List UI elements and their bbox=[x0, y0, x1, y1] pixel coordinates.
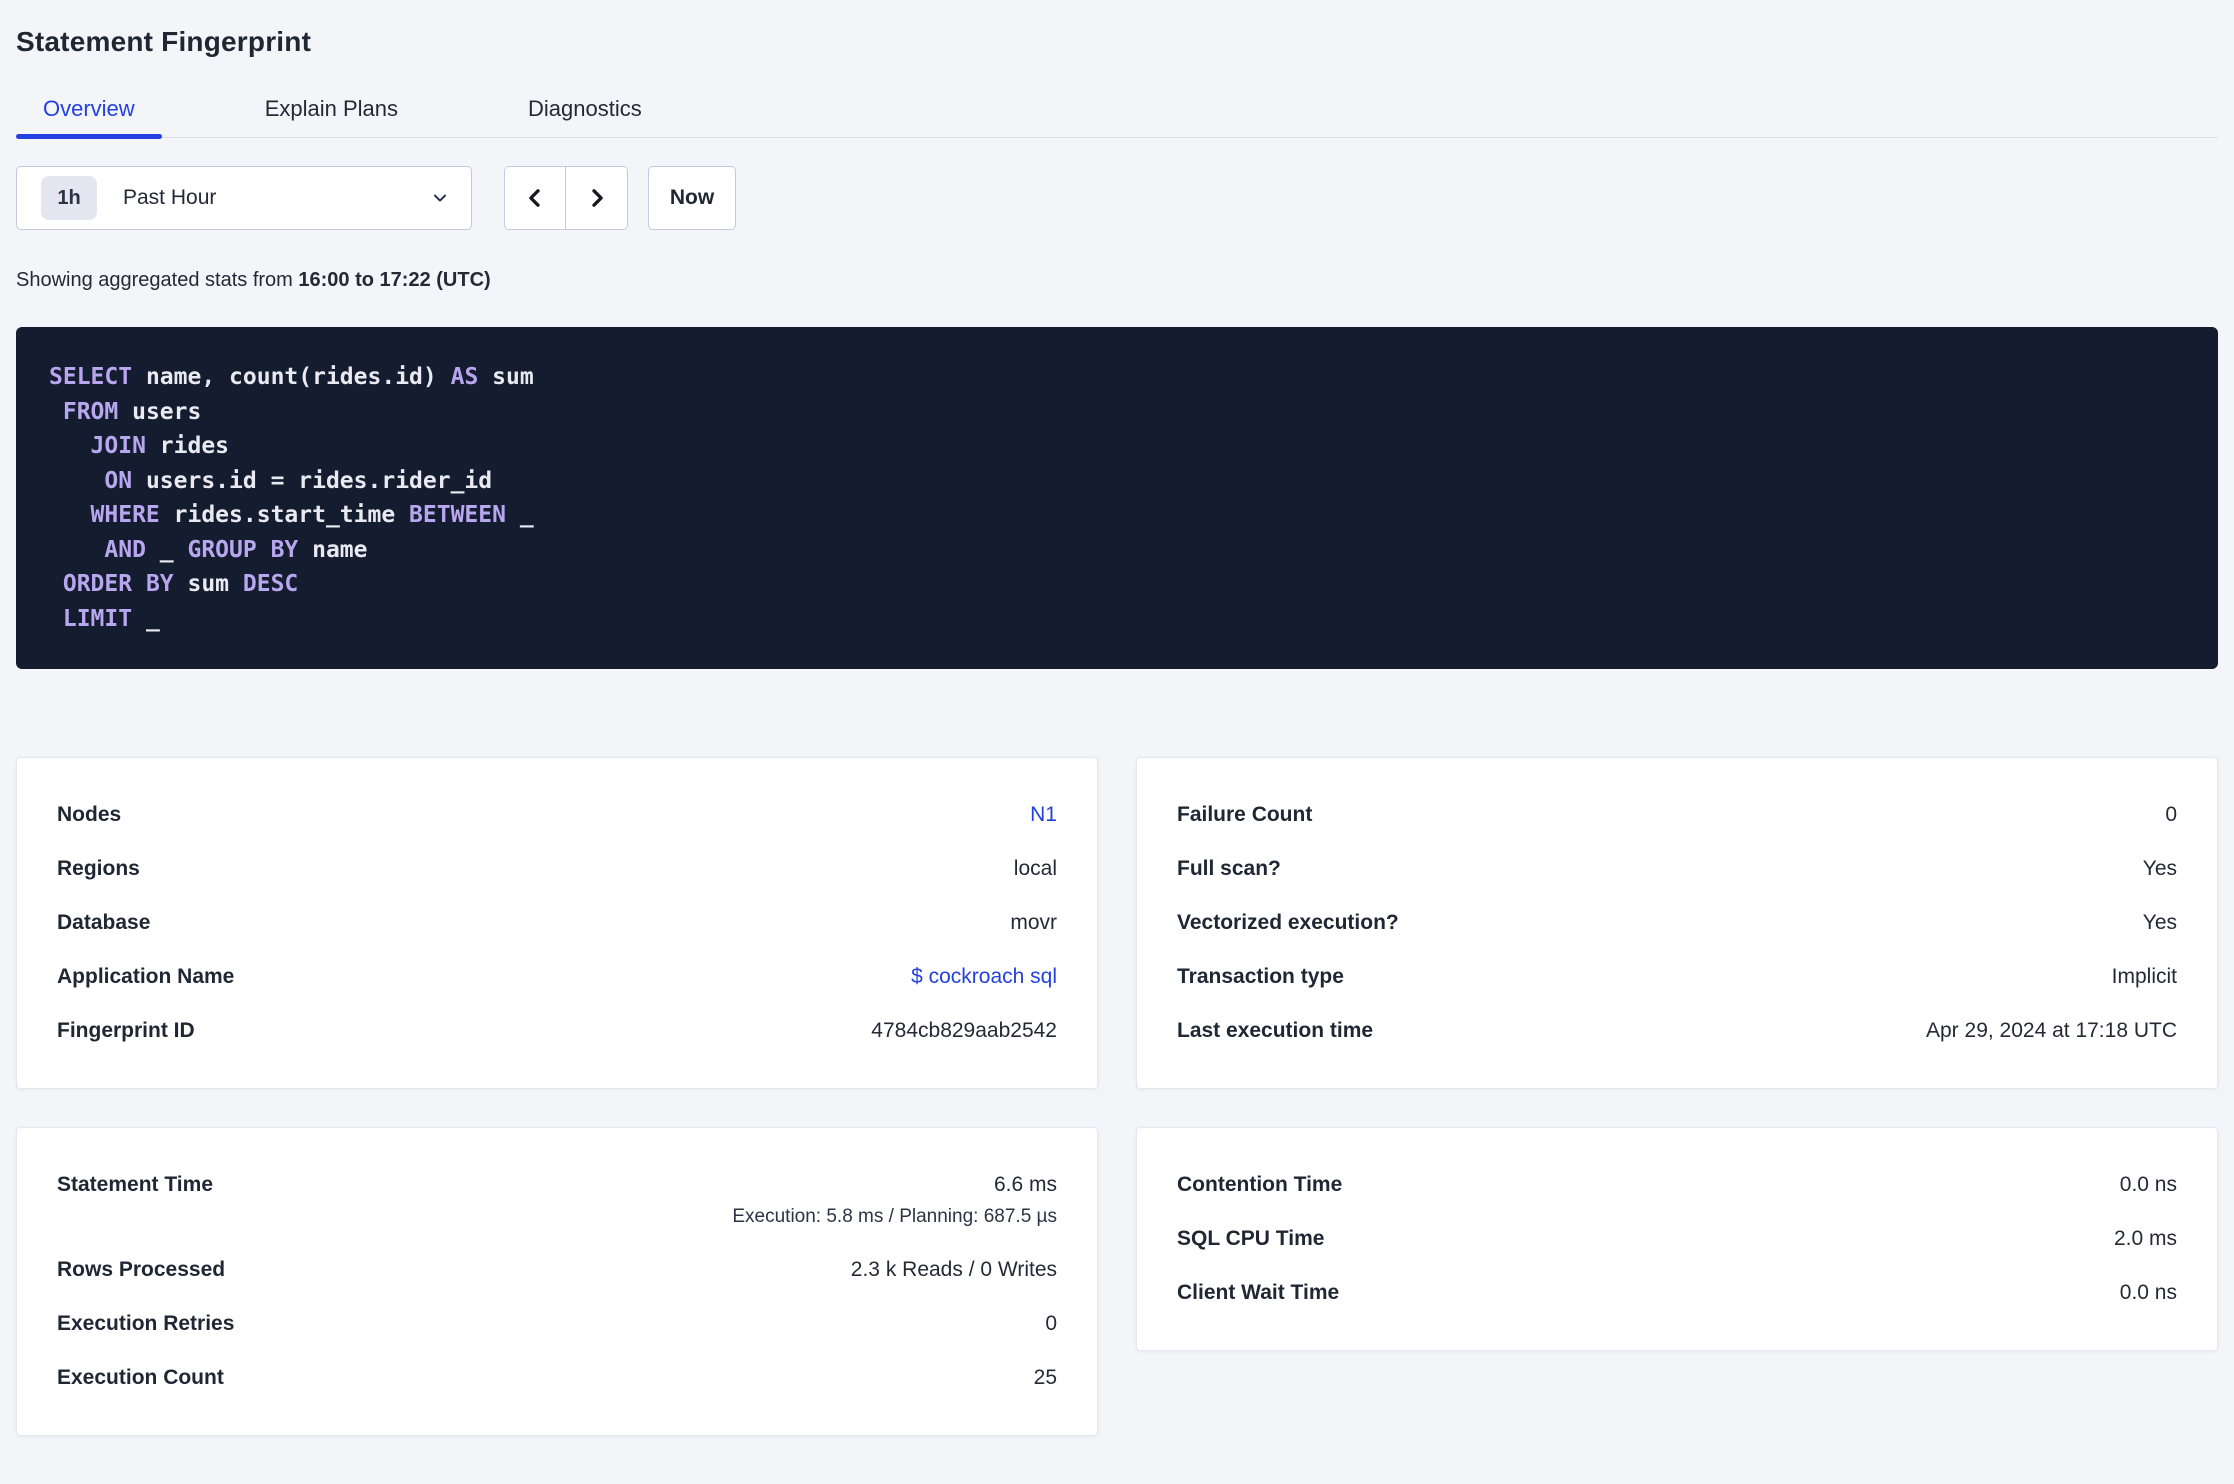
stat-row-vectorized: Vectorized execution? Yes bbox=[1177, 896, 2177, 950]
time-range-label: Past Hour bbox=[123, 186, 217, 209]
stat-row-last-execution-time: Last execution time Apr 29, 2024 at 17:1… bbox=[1177, 1004, 2177, 1058]
statement-time-detail: Execution: 5.8 ms / Planning: 687.5 µs bbox=[732, 1206, 1057, 1227]
stat-row-execution-count: Execution Count 25 bbox=[57, 1351, 1057, 1405]
stat-label: Execution Retries bbox=[57, 1312, 235, 1335]
stat-label: Statement Time bbox=[57, 1173, 213, 1196]
sql-line: AND _ GROUP BY name bbox=[104, 536, 368, 563]
sql-line: FROM users bbox=[62, 398, 202, 425]
application-name-link[interactable]: $ cockroach sql bbox=[911, 961, 1057, 993]
stat-value: movr bbox=[1010, 911, 1057, 934]
summary-cards: Nodes N1 Regions local Database movr App… bbox=[16, 757, 2218, 1436]
stat-value: Yes bbox=[2142, 857, 2177, 880]
tab-diagnostics-label: Diagnostics bbox=[528, 96, 642, 121]
wait-timings-card: Contention Time 0.0 ns SQL CPU Time 2.0 … bbox=[1136, 1127, 2218, 1351]
stat-label: Vectorized execution? bbox=[1177, 911, 1399, 934]
stat-label: Failure Count bbox=[1177, 803, 1313, 826]
previous-range-button[interactable] bbox=[505, 167, 566, 229]
stat-label: Transaction type bbox=[1177, 965, 1344, 988]
stat-value: 0 bbox=[2165, 803, 2177, 826]
next-range-button[interactable] bbox=[566, 167, 627, 229]
stat-value: 2.3 k Reads / 0 Writes bbox=[850, 1258, 1057, 1281]
stat-label: Regions bbox=[57, 857, 140, 880]
tab-diagnostics[interactable]: Diagnostics bbox=[501, 96, 669, 137]
stat-label: Fingerprint ID bbox=[57, 1019, 195, 1042]
sql-line: JOIN rides bbox=[90, 433, 230, 459]
nodes-link[interactable]: N1 bbox=[1030, 799, 1057, 831]
time-range-pager bbox=[504, 166, 628, 230]
statement-fingerprint-page: Statement Fingerprint Overview Explain P… bbox=[0, 26, 2234, 1436]
sql-line: ORDER BY sum DESC bbox=[62, 571, 299, 597]
tab-explain-plans[interactable]: Explain Plans bbox=[238, 96, 425, 137]
stat-row-nodes: Nodes N1 bbox=[57, 788, 1057, 842]
statement-time-values: 6.6 ms Execution: 5.8 ms / Planning: 687… bbox=[732, 1169, 1057, 1232]
page-title: Statement Fingerprint bbox=[16, 26, 312, 57]
stat-value: Yes bbox=[2142, 911, 2177, 934]
stat-row-regions: Regions local bbox=[57, 842, 1057, 896]
stat-label: Rows Processed bbox=[57, 1258, 226, 1281]
sql-line: LIMIT _ bbox=[62, 605, 160, 632]
aggregated-stats-caption: Showing aggregated stats from 16:00 to 1… bbox=[16, 266, 2218, 294]
stat-row-transaction-type: Transaction type Implicit bbox=[1177, 950, 2177, 1004]
sql-line: WHERE rides.start_time BETWEEN _ bbox=[90, 502, 534, 528]
stat-label: Nodes bbox=[57, 803, 122, 826]
stat-label: Application Name bbox=[57, 965, 235, 988]
stat-label: Last execution time bbox=[1177, 1019, 1374, 1042]
time-range-dropdown[interactable]: 1h Past Hour bbox=[16, 166, 472, 230]
stat-row-execution-retries: Execution Retries 0 bbox=[57, 1297, 1057, 1351]
stat-label: Execution Count bbox=[57, 1366, 224, 1389]
execution-attributes-card: Failure Count 0 Full scan? Yes Vectorize… bbox=[1136, 757, 2218, 1089]
stat-value: 25 bbox=[1033, 1366, 1057, 1389]
stat-row-contention-time: Contention Time 0.0 ns bbox=[1177, 1158, 2177, 1212]
time-range-badge: 1h bbox=[41, 176, 97, 220]
stat-label: Full scan? bbox=[1177, 857, 1281, 880]
stat-row-rows-processed: Rows Processed 2.3 k Reads / 0 Writes bbox=[57, 1243, 1057, 1297]
chevron-right-icon bbox=[586, 187, 608, 209]
stat-value: local bbox=[1013, 857, 1057, 880]
tab-overview-label: Overview bbox=[43, 96, 135, 121]
stat-row-full-scan: Full scan? Yes bbox=[1177, 842, 2177, 896]
sql-statement-box: SELECT name, count(rides.id) AS sum FROM… bbox=[16, 327, 2218, 669]
tab-explain-plans-label: Explain Plans bbox=[264, 96, 398, 121]
stat-row-fingerprint-id: Fingerprint ID 4784cb829aab2542 bbox=[57, 1004, 1057, 1058]
stat-value: 0.0 ns bbox=[2119, 1173, 2177, 1196]
stat-label: SQL CPU Time bbox=[1177, 1227, 1325, 1250]
stat-row-client-wait-time: Client Wait Time 0.0 ns bbox=[1177, 1266, 2177, 1320]
stat-row-statement-time: Statement Time 6.6 ms Execution: 5.8 ms … bbox=[57, 1158, 1057, 1243]
tab-bar: Overview Explain Plans Diagnostics bbox=[16, 96, 2218, 139]
sql-line: SELECT name, count(rides.id) AS sum bbox=[49, 364, 534, 390]
statement-attributes-card: Nodes N1 Regions local Database movr App… bbox=[16, 757, 1098, 1089]
stat-row-sql-cpu-time: SQL CPU Time 2.0 ms bbox=[1177, 1212, 2177, 1266]
stat-value: Apr 29, 2024 at 17:18 UTC bbox=[1926, 1019, 2177, 1042]
caption-time-range: 16:00 to 17:22 (UTC) bbox=[298, 269, 491, 291]
tab-overview[interactable]: Overview bbox=[16, 96, 162, 139]
stat-label: Client Wait Time bbox=[1177, 1281, 1340, 1304]
statement-timings-card: Statement Time 6.6 ms Execution: 5.8 ms … bbox=[16, 1127, 1098, 1436]
stat-value: 0.0 ns bbox=[2119, 1281, 2177, 1304]
stat-value: 2.0 ms bbox=[2113, 1227, 2177, 1250]
stat-label: Contention Time bbox=[1177, 1173, 1343, 1196]
chevron-down-icon bbox=[431, 189, 449, 207]
stat-row-application-name: Application Name $ cockroach sql bbox=[57, 950, 1057, 1004]
stat-value: 0 bbox=[1045, 1312, 1057, 1335]
stat-value: 4784cb829aab2542 bbox=[871, 1019, 1057, 1042]
chevron-left-icon bbox=[524, 187, 546, 209]
caption-prefix: Showing aggregated stats from bbox=[16, 269, 299, 291]
time-toolbar: 1h Past Hour Now bbox=[16, 166, 2218, 230]
stat-label: Database bbox=[57, 911, 151, 934]
stat-row-failure-count: Failure Count 0 bbox=[1177, 788, 2177, 842]
stat-value: Implicit bbox=[2111, 965, 2177, 988]
sql-line: ON users.id = rides.rider_id bbox=[104, 467, 493, 494]
stat-row-database: Database movr bbox=[57, 896, 1057, 950]
now-button[interactable]: Now bbox=[648, 166, 736, 230]
stat-value: 6.6 ms bbox=[993, 1173, 1057, 1196]
